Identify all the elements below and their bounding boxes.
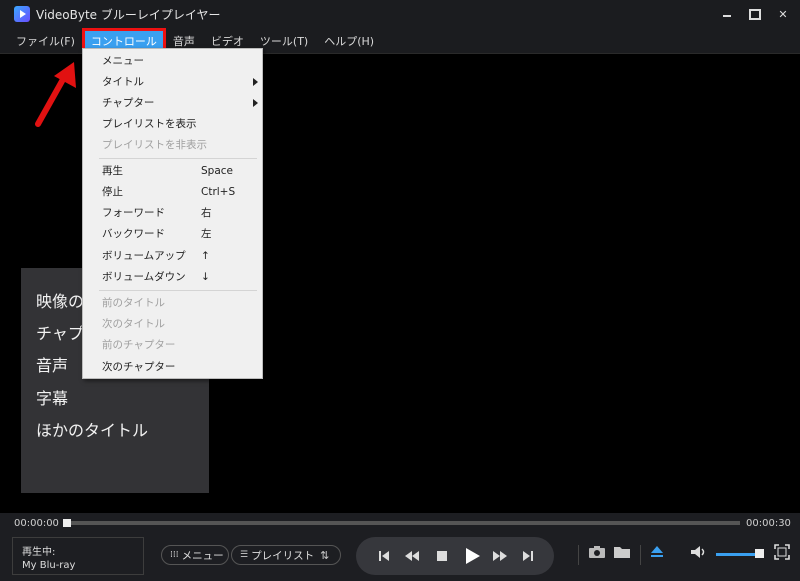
dd-item-label: バックワード [102,228,165,240]
close-icon[interactable] [776,7,790,21]
dd-item-show-playlist[interactable]: プレイリストを表示 [83,113,262,134]
dd-item-shortcut: Ctrl+S [201,185,236,198]
dd-item-label: 次のタイトル [102,318,165,330]
disc-menu-item[interactable]: 映像の [36,288,84,312]
previous-icon[interactable] [376,537,392,575]
progress-handle[interactable] [63,519,71,527]
divider [578,545,579,565]
disc-menu-item[interactable]: チャプ [36,320,84,344]
fast-forward-icon[interactable] [491,537,509,575]
dd-item-backward[interactable]: バックワード 左 [83,223,262,244]
dd-item-label: 前のタイトル [102,297,165,309]
current-time: 00:00:00 [14,518,59,529]
dd-item-label: プレイリストを表示 [102,118,197,130]
dd-item-next-chapter[interactable]: 次のチャプター [83,356,262,377]
rewind-icon[interactable] [403,537,421,575]
volume-handle[interactable] [755,549,764,558]
dd-item-label: 停止 [102,186,123,198]
window-title: VideoByte ブルーレイプレイヤー [36,7,221,22]
dd-item-volume-up[interactable]: ボリュームアップ ↑ [83,245,262,266]
annotation-arrow-icon [35,62,76,127]
dd-item-shortcut: Space [201,164,233,177]
title-bar: VideoByte ブルーレイプレイヤー [0,0,800,28]
menu-file[interactable]: ファイル(F) [10,31,81,51]
maximize-icon[interactable] [748,7,762,21]
control-dropdown-menu: メニュー タイトル チャプター プレイリストを表示 プレイリストを非表示 再生 S… [82,48,263,379]
divider [640,545,641,565]
eject-icon[interactable] [650,541,664,563]
menu-button[interactable]: ⁞⁞⁞ メニュー [161,545,229,565]
minimize-icon[interactable] [720,7,734,21]
folder-icon[interactable] [613,541,631,563]
transport-controls [356,537,554,575]
dd-item-menu[interactable]: メニュー [83,50,262,71]
app-logo-icon [14,6,30,22]
volume-icon[interactable] [690,541,708,563]
dd-item-label: フォーワード [102,207,165,219]
menu-help[interactable]: ヘルプ(H) [318,31,380,51]
dd-item-play[interactable]: 再生 Space [83,160,262,181]
disc-menu-item[interactable]: 音声 [36,352,68,376]
dd-item-forward[interactable]: フォーワード 右 [83,202,262,223]
stop-icon[interactable] [434,537,450,575]
dd-item-title[interactable]: タイトル [83,71,262,92]
dd-item-label: ボリュームアップ [102,250,186,262]
dd-item-chapter[interactable]: チャプター [83,92,262,113]
dd-item-label: プレイリストを非表示 [102,139,207,151]
dd-item-label: 次のチャプター [102,361,176,373]
player-controls: 00:00:00 00:00:30 再生中: My Blu-ray ⁞⁞⁞ メニ… [0,513,800,581]
window-controls [720,0,790,28]
dd-item-hide-playlist: プレイリストを非表示 [83,134,262,155]
dd-item-label: メニュー [102,55,144,67]
now-playing-label: 再生中: [22,547,56,558]
submenu-arrow-icon [253,98,258,107]
dd-item-shortcut: 右 [201,207,212,219]
dd-item-volume-down[interactable]: ボリュームダウン ↓ [83,266,262,287]
dd-item-shortcut: 左 [201,228,212,240]
menu-separator [99,158,257,159]
camera-icon[interactable] [588,541,606,563]
total-time: 00:00:30 [746,518,791,529]
disc-menu-item[interactable]: 字幕 [36,385,68,409]
play-icon[interactable] [462,537,484,575]
list-icon: ☰ [240,550,249,560]
dd-item-prev-chapter: 前のチャプター [83,334,262,355]
sort-icon: ⇅ [320,548,330,562]
playlist-button[interactable]: ☰ プレイリスト ⇅ [231,545,341,565]
dd-item-prev-title: 前のタイトル [83,292,262,313]
dd-item-label: タイトル [102,76,144,88]
menu-separator [99,290,257,291]
disc-menu-item[interactable]: ほかのタイトル [36,417,148,441]
now-playing-box: 再生中: My Blu-ray [12,537,144,575]
now-playing-title: My Blu-ray [22,560,76,571]
dd-item-next-title: 次のタイトル [83,313,262,334]
playlist-button-label: プレイリスト [251,549,315,562]
dd-item-shortcut: ↑ [201,249,210,262]
submenu-arrow-icon [253,77,258,86]
dd-item-label: 再生 [102,165,123,177]
next-icon[interactable] [520,537,536,575]
fullscreen-icon[interactable] [774,541,790,563]
menu-button-label: メニュー [181,549,224,562]
dd-item-label: ボリュームダウン [102,271,186,283]
grid-icon: ⁞⁞⁞ [170,550,179,560]
progress-bar[interactable] [64,521,740,525]
dd-item-label: 前のチャプター [102,339,176,351]
dd-item-stop[interactable]: 停止 Ctrl+S [83,181,262,202]
dd-item-label: チャプター [102,97,155,109]
dd-item-shortcut: ↓ [201,270,210,283]
